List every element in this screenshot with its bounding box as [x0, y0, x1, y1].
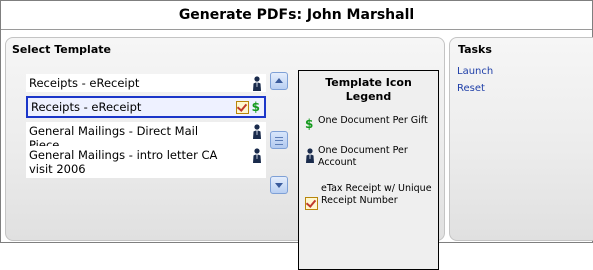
select-template-panel: Select Template Receipts - eReceipt Rece… — [5, 37, 445, 270]
template-item-receipts-ereceipt-2[interactable]: Receipts - eReceipt $ — [26, 96, 266, 118]
legend-row-text: One Document Per Account — [318, 145, 408, 168]
template-icon-legend: Template Icon Legend $ One Document Per … — [298, 70, 439, 270]
launch-link[interactable]: Launch — [457, 66, 493, 77]
generate-pdfs-window: Generate PDFs: John Marshall Select Temp… — [0, 0, 593, 270]
template-item-label: Receipts - eReceipt — [29, 76, 140, 90]
etax-receipt-check-icon — [305, 197, 318, 210]
template-item-label: Receipts - eReceipt — [31, 100, 142, 114]
legend-row-account: One Document Per Account — [305, 145, 433, 169]
account-person-icon — [253, 124, 261, 139]
scroll-down-button[interactable] — [270, 176, 288, 194]
account-person-icon — [306, 148, 314, 163]
chevron-up-icon — [275, 78, 283, 83]
gift-dollar-icon: $ — [305, 117, 314, 131]
grip-icon — [275, 137, 283, 145]
window-title: Generate PDFs: John Marshall — [1, 1, 592, 30]
template-item-label: General Mailings - intro letter CA visit… — [29, 148, 218, 176]
legend-row-text: One Document Per Gift — [318, 115, 428, 126]
scroll-up-button[interactable] — [270, 72, 288, 90]
tasks-heading: Tasks — [458, 43, 492, 56]
etax-receipt-check-icon — [235, 100, 249, 114]
legend-row-gift: $ One Document Per Gift — [305, 115, 433, 131]
template-list-scrollbar[interactable] — [270, 72, 288, 196]
chevron-down-icon — [275, 183, 283, 188]
scroll-thumb[interactable] — [270, 131, 288, 149]
account-person-icon — [253, 148, 261, 163]
legend-row-etax: eTax Receipt w/ Unique Receipt Number — [305, 183, 433, 210]
select-template-heading: Select Template — [12, 43, 111, 56]
legend-row-text: eTax Receipt w/ Unique Receipt Number — [321, 183, 432, 206]
gift-dollar-icon: $ — [251, 100, 260, 114]
account-person-icon — [253, 76, 261, 91]
tasks-panel: Tasks Launch Reset — [449, 37, 593, 241]
template-item-receipts-ereceipt-1[interactable]: Receipts - eReceipt — [26, 74, 266, 92]
template-item-intro-letter[interactable]: General Mailings - intro letter CA visit… — [26, 146, 266, 178]
legend-title: Template Icon Legend — [325, 76, 412, 103]
reset-link[interactable]: Reset — [457, 83, 485, 94]
